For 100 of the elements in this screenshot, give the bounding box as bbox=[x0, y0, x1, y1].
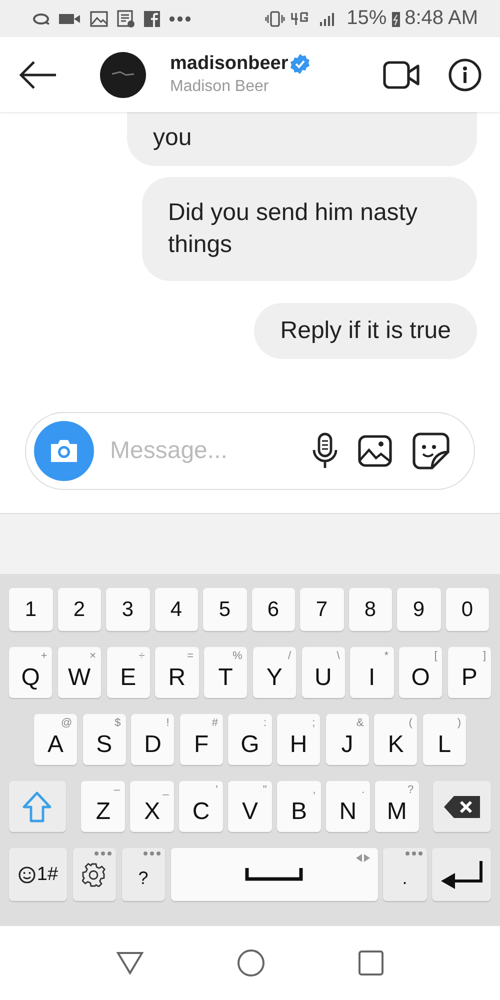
keyboard-key[interactable]: W × bbox=[58, 647, 101, 698]
keyboard-key[interactable]: 2 bbox=[58, 588, 101, 631]
message-bubble: Did you send him nasty things bbox=[142, 177, 477, 281]
key-hint: # bbox=[212, 717, 218, 729]
message-bubble: Reply if it is true bbox=[254, 303, 477, 359]
video-camera-icon bbox=[59, 12, 81, 24]
symbols-key[interactable]: 1# bbox=[9, 848, 67, 901]
keyboard-key[interactable]: 1 bbox=[9, 588, 52, 631]
keyboard-key[interactable]: Q + bbox=[9, 647, 52, 698]
key-hint: , bbox=[312, 784, 316, 796]
key-hint: ] bbox=[482, 650, 486, 662]
key-hint: : bbox=[263, 717, 267, 729]
key-hint: + bbox=[40, 650, 48, 662]
info-icon[interactable] bbox=[448, 58, 482, 92]
key-label: 1# bbox=[36, 864, 58, 886]
keyboard-key[interactable]: Y / bbox=[252, 647, 296, 698]
full-name: Madison Beer bbox=[170, 78, 270, 96]
keyboard-key[interactable]: . bbox=[383, 848, 426, 901]
keyboard-key[interactable]: 3 bbox=[106, 588, 150, 631]
key-hint: ; bbox=[312, 717, 316, 729]
keyboard-key[interactable]: H ; bbox=[277, 714, 320, 765]
keyboard-key[interactable]: 9 bbox=[397, 588, 440, 631]
keyboard-key[interactable]: F # bbox=[180, 714, 223, 765]
keyboard-key[interactable]: X _ bbox=[130, 781, 174, 832]
enter-arrow-icon bbox=[440, 860, 482, 888]
image-icon[interactable] bbox=[358, 435, 392, 467]
key-hint: & bbox=[356, 717, 364, 729]
key-hint: " bbox=[262, 784, 267, 796]
keyboard-key[interactable]: C ' bbox=[179, 781, 223, 832]
keyboard-key[interactable]: V " bbox=[228, 781, 272, 832]
home-circle-icon[interactable] bbox=[236, 949, 265, 977]
image-icon bbox=[90, 10, 108, 26]
document-alert-icon bbox=[117, 10, 135, 28]
keyboard-key[interactable]: T % bbox=[204, 647, 248, 698]
keyboard-key[interactable]: B , bbox=[277, 781, 321, 832]
keyboard-key[interactable]: D ! bbox=[131, 714, 174, 765]
key-hint: @ bbox=[60, 717, 72, 729]
back-arrow-icon[interactable] bbox=[18, 60, 58, 90]
key-hint: – bbox=[114, 784, 120, 796]
microphone-icon[interactable] bbox=[312, 432, 338, 470]
keyboard-key[interactable]: Z – bbox=[81, 781, 125, 832]
left-right-arrows-icon bbox=[356, 854, 370, 862]
keyboard-key[interactable]: S $ bbox=[82, 714, 126, 765]
keyboard-key[interactable]: M ? bbox=[375, 781, 419, 832]
message-bubble: you bbox=[127, 112, 477, 166]
enter-key[interactable] bbox=[432, 848, 491, 901]
keyboard-key[interactable]: 0 bbox=[446, 588, 489, 631]
keyboard-key[interactable]: 4 bbox=[154, 588, 198, 631]
battery-charging-icon bbox=[392, 10, 400, 26]
keyboard-key[interactable]: E ÷ bbox=[106, 647, 150, 698]
chat-bubble-icon bbox=[33, 12, 50, 24]
keyboard-key[interactable]: K ( bbox=[374, 714, 418, 765]
keyboard-key[interactable]: A @ bbox=[34, 714, 78, 765]
video-call-icon[interactable] bbox=[383, 60, 421, 88]
message-input[interactable]: Message... bbox=[108, 436, 292, 466]
key-hint: ! bbox=[166, 717, 170, 729]
keyboard-key[interactable]: J & bbox=[326, 714, 369, 765]
key-hint: ÷ bbox=[138, 650, 145, 662]
key-hint: * bbox=[384, 650, 388, 662]
backspace-key[interactable] bbox=[433, 781, 492, 832]
camera-button[interactable] bbox=[34, 421, 94, 481]
keyboard-key[interactable]: R = bbox=[155, 647, 198, 698]
key-label: ? bbox=[138, 868, 148, 889]
key-hint: = bbox=[187, 650, 194, 662]
key-hint: . bbox=[362, 784, 365, 796]
keyboard-key[interactable]: 6 bbox=[252, 588, 295, 631]
more-dots-icon bbox=[169, 16, 191, 22]
keyboard-key[interactable]: L ) bbox=[422, 714, 466, 765]
settings-key[interactable] bbox=[72, 848, 116, 901]
recent-apps-square-icon[interactable] bbox=[358, 950, 384, 976]
avatar[interactable] bbox=[100, 52, 146, 98]
backspace-icon bbox=[444, 796, 480, 818]
key-hint: $ bbox=[114, 717, 121, 729]
keyboard-key[interactable]: ? bbox=[122, 848, 165, 901]
key-hint: ? bbox=[407, 784, 414, 796]
keyboard-key[interactable]: 8 bbox=[348, 588, 392, 631]
key-hint: ' bbox=[216, 784, 218, 796]
back-triangle-icon[interactable] bbox=[116, 951, 144, 975]
keyboard-key[interactable]: G : bbox=[228, 714, 272, 765]
clock: 8:48 AM bbox=[404, 7, 478, 30]
keyboard-key[interactable]: U \ bbox=[302, 647, 345, 698]
key-hint: ( bbox=[408, 717, 412, 729]
username: madisonbeer bbox=[170, 53, 288, 75]
space-bar-icon bbox=[245, 868, 303, 881]
key-hint: _ bbox=[162, 784, 169, 796]
smiley-icon bbox=[18, 866, 36, 884]
keyboard-key[interactable]: P ] bbox=[448, 647, 491, 698]
keyboard-key[interactable]: 7 bbox=[300, 588, 344, 631]
key-hint: [ bbox=[434, 650, 438, 662]
keyboard-key[interactable]: 5 bbox=[203, 588, 246, 631]
space-key[interactable] bbox=[170, 848, 378, 901]
shift-arrow-icon bbox=[22, 790, 52, 822]
battery-percentage: 15% bbox=[346, 7, 387, 30]
vibrate-icon bbox=[264, 10, 285, 26]
settings-icon bbox=[82, 862, 106, 886]
keyboard-key[interactable]: I * bbox=[350, 647, 394, 698]
keyboard-key[interactable]: O [ bbox=[399, 647, 442, 698]
facebook-icon bbox=[144, 10, 160, 26]
keyboard-key[interactable]: N . bbox=[326, 781, 370, 832]
sticker-icon[interactable] bbox=[412, 432, 450, 470]
